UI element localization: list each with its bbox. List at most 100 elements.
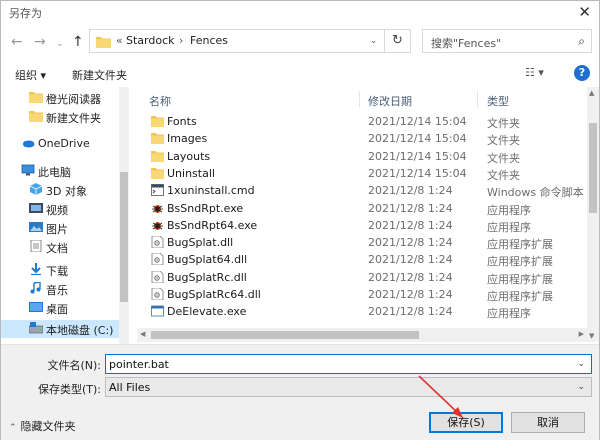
scroll-left-icon[interactable]: ◀	[140, 330, 145, 338]
sidebar-item-label: 视频	[46, 204, 68, 217]
sidebar-item-music[interactable]: 音乐	[1, 280, 119, 298]
file-date: 2021/12/14 15:04	[368, 149, 467, 163]
file-date: 2021/12/8 1:24	[368, 253, 453, 267]
sidebar-item-this-pc[interactable]: 此电脑	[1, 162, 119, 180]
file-list-horizontal-scrollbar[interactable]: ◀ ▶	[137, 328, 587, 342]
hide-folders-toggle[interactable]: ⌃ 隐藏文件夹	[9, 418, 76, 434]
breadcrumb-prefix[interactable]: «	[116, 34, 123, 47]
file-row[interactable]: Layouts 2021/12/14 15:04 文件夹	[137, 148, 589, 165]
close-icon[interactable]: ✕	[578, 3, 591, 21]
file-name: BugSplat64.dll	[167, 253, 248, 267]
file-name: BsSndRpt64.exe	[167, 218, 258, 232]
folder-icon	[29, 111, 43, 122]
file-name: Images	[167, 132, 208, 146]
breadcrumb-item-fences[interactable]: Fences	[190, 34, 228, 47]
search-placeholder: 搜索"Fences"	[431, 37, 502, 50]
organize-button[interactable]: 组织 ▾	[15, 67, 46, 83]
file-name: Uninstall	[167, 166, 215, 180]
script-icon	[151, 184, 164, 197]
file-row[interactable]: BugSplat.dll 2021/12/8 1:24 应用程序扩展	[137, 234, 589, 251]
column-header-type[interactable]: 类型	[487, 93, 509, 109]
filetype-select[interactable]: All Files ⌄	[105, 377, 592, 397]
sidebar-item-chengguang[interactable]: 橙光阅读器	[1, 89, 119, 107]
filename-field[interactable]: pointer.bat ⌄	[105, 354, 592, 374]
sidebar-item-new-folder[interactable]: 新建文件夹	[1, 108, 119, 126]
chevron-down-icon[interactable]: ⌄	[56, 36, 64, 52]
sidebar-item-label: 3D 对象	[46, 185, 87, 198]
address-dropdown-icon[interactable]: ⌄	[363, 29, 385, 53]
column-divider[interactable]	[477, 91, 478, 107]
cancel-button[interactable]: 取消	[511, 412, 585, 433]
sidebar-item-onedrive[interactable]: OneDrive	[1, 135, 119, 153]
file-type: 文件夹	[487, 151, 520, 165]
drive-icon	[29, 322, 43, 334]
help-icon[interactable]: ?	[574, 65, 590, 81]
sidebar-item-label: 音乐	[46, 284, 68, 297]
file-date: 2021/12/8 1:24	[368, 270, 453, 284]
file-row[interactable]: DeElevate.exe 2021/12/8 1:24 应用程序	[137, 303, 589, 320]
column-divider[interactable]	[359, 91, 360, 107]
file-type: 文件夹	[487, 168, 520, 182]
file-row[interactable]: Uninstall 2021/12/14 15:04 文件夹	[137, 165, 589, 182]
file-list-vertical-scrollbar[interactable]: ▲ ▼	[587, 87, 599, 342]
file-row[interactable]: BsSndRpt64.exe 2021/12/8 1:24 应用程序	[137, 217, 589, 234]
scroll-up-icon[interactable]: ▲	[589, 89, 594, 97]
computer-icon	[21, 164, 35, 176]
column-header-date[interactable]: 修改日期	[368, 93, 412, 109]
view-options-icon[interactable]: ☷ ▾	[525, 66, 544, 79]
file-list: 名称 修改日期 类型 Fonts 2021/12/14 15:04 文件夹 Image…	[137, 87, 589, 328]
sidebar-item-desktop[interactable]: 桌面	[1, 299, 119, 317]
breadcrumb-item-stardock[interactable]: Stardock	[126, 34, 175, 47]
new-folder-button[interactable]: 新建文件夹	[72, 67, 127, 83]
sidebar-item-label: 下载	[46, 265, 68, 278]
scrollbar-thumb[interactable]	[589, 123, 597, 213]
chevron-down-icon: ⌄	[577, 382, 585, 392]
scroll-down-icon[interactable]: ▼	[589, 332, 594, 340]
column-header-name[interactable]: 名称	[149, 93, 171, 109]
file-row[interactable]: BugSplatRc.dll 2021/12/8 1:24 应用程序扩展	[137, 269, 589, 286]
navigation-scrollbar[interactable]	[119, 87, 129, 344]
sidebar-item-downloads[interactable]: 下载	[1, 261, 119, 279]
filename-value: pointer.bat	[109, 358, 169, 371]
sidebar-item-pictures[interactable]: 图片	[1, 219, 119, 237]
file-date: 2021/12/8 1:24	[368, 236, 453, 250]
forward-arrow-icon[interactable]: →	[34, 34, 46, 50]
search-input[interactable]: 搜索"Fences" ⌕	[422, 29, 592, 53]
chevron-down-icon[interactable]: ⌄	[577, 359, 585, 369]
sidebar-item-3d-objects[interactable]: 3D 对象	[1, 181, 119, 199]
navigation-pane: 橙光阅读器 新建文件夹 OneDrive 此电脑 3D 对象 视频 图片 文档	[1, 87, 131, 344]
filename-label: 文件名(N):	[47, 359, 101, 372]
file-date: 2021/12/8 1:24	[368, 218, 453, 232]
filetype-label: 保存类型(T):	[37, 383, 101, 396]
up-arrow-icon[interactable]: ↑	[72, 34, 84, 50]
file-row[interactable]: Fonts 2021/12/14 15:04 文件夹	[137, 113, 589, 130]
save-as-dialog: 另存为 ✕ ← → ⌄ ↑ « Stardock › Fences ⌄ ↻ 搜索…	[0, 0, 600, 440]
file-type: 应用程序扩展	[487, 255, 553, 269]
folder-icon	[151, 115, 164, 127]
dll-icon	[151, 287, 164, 301]
file-row[interactable]: Images 2021/12/14 15:04 文件夹	[137, 130, 589, 147]
sidebar-item-label: 本地磁盘 (C:)	[46, 324, 114, 337]
back-arrow-icon[interactable]: ←	[11, 34, 23, 50]
file-type: 应用程序	[487, 203, 531, 217]
file-row[interactable]: 1xuninstall.cmd 2021/12/8 1:24 Windows 命令脚…	[137, 182, 589, 199]
sidebar-item-videos[interactable]: 视频	[1, 200, 119, 218]
download-icon	[31, 263, 41, 275]
file-name: BugSplatRc.dll	[167, 270, 247, 284]
refresh-icon[interactable]: ↻	[385, 29, 411, 53]
scrollbar-thumb[interactable]	[120, 172, 128, 302]
file-date: 2021/12/8 1:24	[368, 288, 453, 301]
file-row[interactable]: BsSndRpt.exe 2021/12/8 1:24 应用程序	[137, 200, 589, 217]
breadcrumb-separator: ›	[179, 34, 184, 47]
scroll-right-icon[interactable]: ▶	[579, 330, 584, 338]
dialog-title: 另存为	[9, 7, 42, 20]
file-type: 应用程序	[487, 220, 531, 234]
file-row[interactable]: BugSplatRc64.dll 2021/12/8 1:24 应用程序扩展	[137, 286, 589, 303]
file-date: 2021/12/14 15:04	[368, 166, 467, 180]
file-row[interactable]: BugSplat64.dll 2021/12/8 1:24 应用程序扩展	[137, 251, 589, 268]
file-type: 应用程序扩展	[487, 290, 553, 303]
save-button[interactable]: 保存(S)	[429, 412, 503, 433]
scrollbar-thumb[interactable]	[151, 331, 419, 339]
sidebar-item-local-disk-c[interactable]: 本地磁盘 (C:)	[1, 320, 119, 338]
sidebar-item-documents[interactable]: 文档	[1, 238, 119, 256]
